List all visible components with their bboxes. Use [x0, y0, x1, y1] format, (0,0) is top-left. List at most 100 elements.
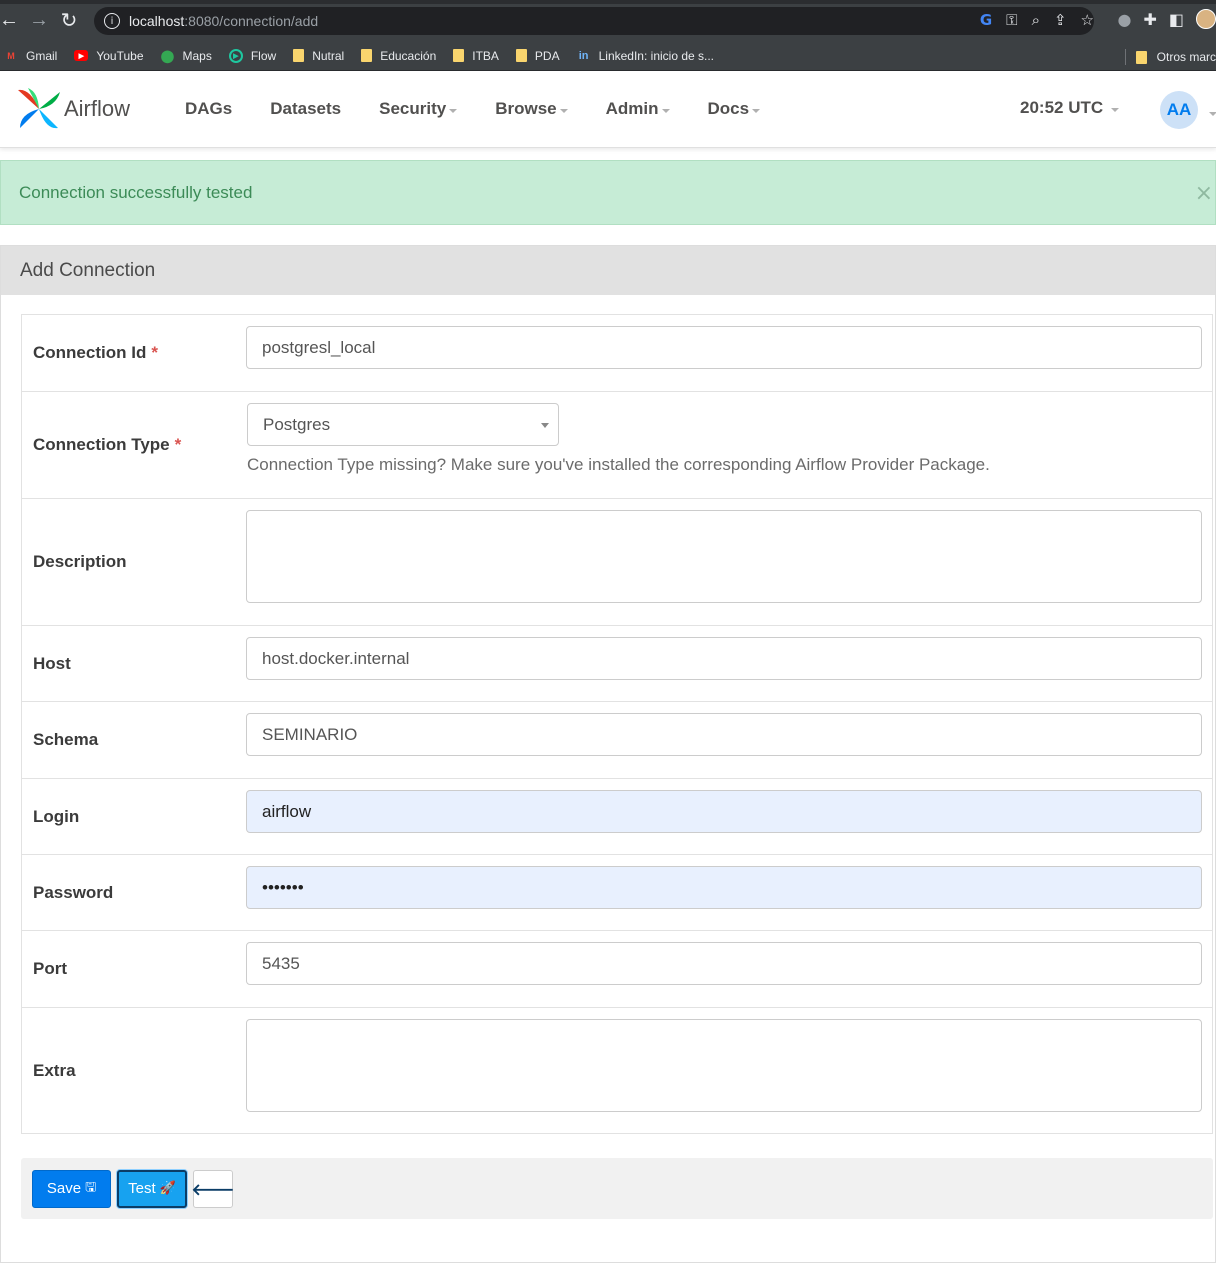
caret-down-icon	[1111, 108, 1120, 112]
field-wrap: host.docker.internal	[246, 626, 1212, 701]
bookmark-label: YouTube	[96, 48, 144, 63]
field-wrap: airflow	[246, 779, 1212, 854]
bookmarks-bar: M Gmail ▶ YouTube ⬤ Maps ▶ Flow Nutral Educa…	[0, 41, 1216, 71]
connection-form: Connection Id * postgresl_local Connectio…	[21, 314, 1213, 1134]
add-connection-panel: Add Connection Connection Id * postgresl_…	[0, 245, 1216, 1263]
reload-icon[interactable]: ↻	[54, 6, 84, 36]
password-input[interactable]: •••••••	[246, 866, 1202, 909]
test-button[interactable]: Test 🚀	[117, 1169, 187, 1208]
row-extra: Extra	[22, 1008, 1212, 1133]
address-bar[interactable]: i localhost:8080/connection/add	[94, 7, 1094, 35]
profile-avatar[interactable]	[1196, 9, 1216, 29]
back-arrow-icon[interactable]: ←	[0, 6, 24, 36]
bookmark-youtube[interactable]: ▶ YouTube	[74, 48, 144, 63]
bookmark-linkedin[interactable]: in LinkedIn: inicio de s...	[577, 49, 714, 63]
rocket-icon: 🚀	[159, 1181, 176, 1196]
conn-type-help: Connection Type missing? Make sure you'v…	[247, 455, 990, 474]
bookmark-label: Nutral	[312, 48, 345, 63]
nav-label: Datasets	[270, 99, 342, 118]
schema-label: Schema	[33, 730, 99, 749]
close-icon[interactable]: ×	[1195, 181, 1213, 206]
nav-admin[interactable]: Admin	[606, 99, 670, 119]
caret-down-icon	[752, 109, 761, 113]
field-wrap: •••••••	[246, 855, 1212, 930]
zoom-icon[interactable]: ⌕	[1032, 11, 1040, 29]
back-button[interactable]: 🡐	[191, 1169, 235, 1208]
site-info-icon[interactable]: i	[104, 13, 120, 29]
extra-textarea[interactable]	[246, 1019, 1202, 1112]
other-bookmarks-label: Otros marc	[1156, 50, 1216, 64]
field-wrap: postgresl_local	[246, 315, 1212, 391]
nav-dags[interactable]: DAGs	[185, 99, 232, 119]
alert-message: Connection successfully tested	[19, 182, 253, 202]
google-icon[interactable]: G	[980, 11, 992, 29]
field-wrap: Postgres Connection Type missing? Make s…	[247, 392, 1212, 498]
other-bookmarks[interactable]: Otros marc	[1124, 49, 1216, 65]
browser-toolbar: ← → ↻ i localhost:8080/connection/add G …	[0, 0, 1216, 41]
nav-security[interactable]: Security	[379, 99, 458, 119]
user-avatar[interactable]: AA	[1160, 91, 1198, 129]
bookmark-pda[interactable]: PDA	[515, 49, 560, 63]
folder-icon	[515, 49, 527, 62]
nav-label: DAGs	[185, 99, 233, 118]
share-icon[interactable]: ⇪	[1054, 11, 1067, 29]
extension-dot-icon[interactable]: ●	[1118, 10, 1132, 29]
browser-extensions: ● ✚ ◧	[1118, 9, 1216, 29]
bookmark-nutral[interactable]: Nutral	[293, 49, 344, 63]
row-port: Port 5435	[22, 931, 1212, 1008]
row-description: Description	[22, 499, 1212, 626]
bookmark-maps[interactable]: ⬤ Maps	[161, 49, 212, 63]
forward-arrow-icon[interactable]: →	[24, 6, 54, 36]
tab-strip-edge	[0, 0, 1216, 4]
folder-icon	[293, 49, 305, 62]
nav-browse[interactable]: Browse	[495, 99, 568, 119]
nav-datasets[interactable]: Datasets	[270, 99, 341, 119]
bookmark-educacion[interactable]: Educación	[361, 49, 436, 63]
bookmark-itba[interactable]: ITBA	[453, 49, 499, 63]
description-textarea[interactable]	[246, 510, 1202, 603]
utc-clock[interactable]: 20:52 UTC	[1020, 98, 1120, 118]
row-password: Password •••••••	[22, 855, 1212, 931]
omnibox-actions: G ⚿ ⌕ ⇪ ☆	[980, 11, 1094, 29]
clock-label: 20:52 UTC	[1020, 98, 1104, 117]
required-mark: *	[151, 343, 158, 362]
conn-type-select[interactable]: Postgres	[247, 403, 559, 446]
select-value: Postgres	[263, 414, 331, 434]
url-path: :8080/connection/add	[184, 13, 319, 29]
folder-icon	[361, 49, 373, 62]
bookmark-gmail[interactable]: M Gmail	[4, 49, 57, 63]
arrow-left-icon: 🡐	[191, 1179, 235, 1199]
nav-docs[interactable]: Docs	[708, 99, 761, 119]
port-input[interactable]: 5435	[246, 942, 1202, 985]
caret-down-icon[interactable]	[1209, 112, 1216, 116]
bookmark-star-icon[interactable]: ☆	[1081, 11, 1094, 29]
folder-icon	[1135, 50, 1147, 64]
field-wrap: SEMINARIO	[246, 702, 1212, 778]
host-input[interactable]: host.docker.internal	[246, 637, 1202, 680]
test-label: Test	[128, 1180, 156, 1197]
save-button[interactable]: Save 🖫	[32, 1169, 111, 1208]
airflow-pinwheel-icon	[18, 88, 60, 129]
bookmark-label: Gmail	[26, 48, 58, 63]
row-conn-id: Connection Id * postgresl_local	[22, 315, 1212, 392]
floppy-disk-icon: 🖫	[85, 1179, 97, 1195]
schema-input[interactable]: SEMINARIO	[246, 713, 1202, 756]
puzzle-icon[interactable]: ✚	[1143, 10, 1156, 29]
conn-type-label: Connection Type *	[22, 392, 247, 498]
chevron-down-icon	[541, 423, 549, 428]
conn-id-input[interactable]: postgresl_local	[246, 326, 1202, 369]
login-input[interactable]: airflow	[246, 790, 1202, 833]
row-conn-type: Connection Type * Postgres Connection Typ…	[22, 392, 1212, 499]
brand-name: Airflow	[64, 96, 131, 121]
key-icon[interactable]: ⚿	[1006, 11, 1017, 29]
bookmark-label: Maps	[182, 48, 212, 63]
bookmark-separator	[1124, 49, 1126, 65]
bookmark-flow[interactable]: ▶ Flow	[228, 48, 276, 63]
save-label: Save	[46, 1180, 82, 1197]
conn-id-label: Connection Id *	[22, 315, 246, 391]
side-panel-icon[interactable]: ◧	[1169, 10, 1184, 29]
brand-logo[interactable]: Airflow	[16, 86, 185, 132]
bookmark-label: Educación	[380, 48, 437, 63]
login-label: Login	[33, 806, 80, 826]
youtube-icon: ▶	[74, 50, 89, 61]
